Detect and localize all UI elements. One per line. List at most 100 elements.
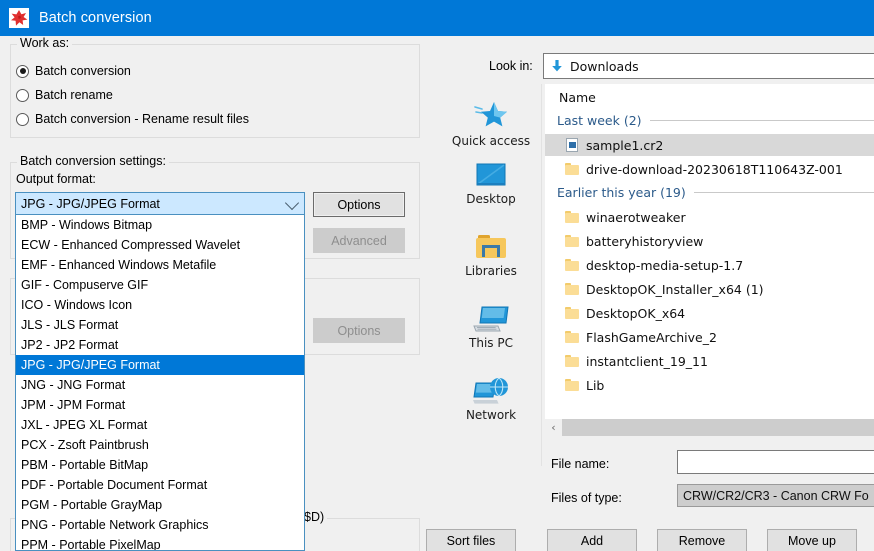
files-of-type-label: Files of type: (551, 491, 622, 505)
file-list-row[interactable]: DesktopOK_x64 (545, 302, 874, 324)
place-label: Libraries (441, 264, 541, 278)
radio-indicator-on[interactable] (16, 65, 29, 78)
xnview-app-icon (9, 8, 29, 28)
remove-button[interactable]: Remove (657, 529, 747, 551)
file-name-input[interactable] (677, 450, 874, 474)
radio-batch-rename[interactable]: Batch rename (16, 88, 113, 102)
dropdown-item[interactable]: JPG - JPG/JPEG Format (16, 355, 304, 375)
dropdown-item[interactable]: BMP - Windows Bitmap (16, 215, 304, 235)
scroll-left-arrow-icon[interactable]: ‹ (545, 419, 562, 436)
group-divider (694, 192, 874, 193)
place-desktop[interactable]: Desktop (441, 150, 541, 206)
radio-batch-conversion[interactable]: Batch conversion (16, 64, 131, 78)
radio-indicator-off[interactable] (16, 113, 29, 126)
place-label: This PC (441, 336, 541, 350)
folder-icon (561, 211, 583, 223)
file-list-row[interactable]: batteryhistoryview (545, 230, 874, 252)
folder-icon (561, 283, 583, 295)
look-in-label: Look in: (489, 59, 533, 73)
add-button[interactable]: Add (547, 529, 637, 551)
radio-label: Batch conversion (35, 64, 131, 78)
format-advanced-button: Advanced (313, 228, 405, 253)
settings-legend: Batch conversion settings: (17, 154, 169, 168)
output-format-dropdown-list[interactable]: BMP - Windows BitmapECW - Enhanced Compr… (15, 214, 305, 551)
radio-label: Batch conversion - Rename result files (35, 112, 249, 126)
file-list-row[interactable]: DesktopOK_Installer_x64 (1) (545, 278, 874, 300)
dropdown-item[interactable]: GIF - Compuserve GIF (16, 275, 304, 295)
dropdown-item[interactable]: PNG - Portable Network Graphics (16, 515, 304, 535)
star-icon (441, 92, 541, 132)
file-list-row[interactable]: FlashGameArchive_2 (545, 326, 874, 348)
group-title: Last week (2) (557, 113, 642, 128)
dropdown-item[interactable]: JPM - JPM Format (16, 395, 304, 415)
dropdown-item[interactable]: PCX - Zsoft Paintbrush (16, 435, 304, 455)
file-list-row[interactable]: winaerotweaker (545, 206, 874, 228)
dropdown-item[interactable]: ICO - Windows Icon (16, 295, 304, 315)
file-name-text: drive-download-20230618T110643Z-001 (586, 162, 843, 177)
file-name-label: File name: (551, 457, 609, 471)
window-title: Batch conversion (39, 10, 152, 26)
dropdown-item[interactable]: ECW - Enhanced Compressed Wavelet (16, 235, 304, 255)
file-list-group-header: Last week (2) (557, 110, 874, 130)
format-advanced-label: Advanced (331, 234, 387, 248)
file-name-text: Lib (586, 378, 604, 393)
desktop-icon (441, 150, 541, 190)
place-quick-access[interactable]: Quick access (441, 92, 541, 148)
sort-files-button[interactable]: Sort files (426, 529, 516, 551)
secondary-options-label: Options (337, 324, 380, 338)
move-up-button[interactable]: Move up (767, 529, 857, 551)
folder-icon (561, 235, 583, 247)
folder-icon (561, 259, 583, 271)
place-libraries[interactable]: Libraries (441, 222, 541, 278)
group-title: Earlier this year (19) (557, 185, 686, 200)
file-name-text: winaerotweaker (586, 210, 686, 225)
file-list-row[interactable]: Lib (545, 374, 874, 396)
radio-indicator-off[interactable] (16, 89, 29, 102)
output-format-combobox[interactable]: JPG - JPG/JPEG Format (15, 192, 305, 215)
file-list-column-header-name[interactable]: Name (545, 84, 874, 110)
window-titlebar: Batch conversion (0, 0, 874, 36)
dropdown-item[interactable]: EMF - Enhanced Windows Metafile (16, 255, 304, 275)
folder-icon (561, 379, 583, 391)
file-name-text: instantclient_19_11 (586, 354, 708, 369)
file-list-horizontal-scrollbar[interactable]: ‹ (545, 419, 874, 436)
dropdown-item[interactable]: PDF - Portable Document Format (16, 475, 304, 495)
computer-icon (441, 294, 541, 334)
file-list-group-header: Earlier this year (19) (557, 182, 874, 202)
radio-batch-conversion-rename-result[interactable]: Batch conversion - Rename result files (16, 112, 249, 126)
work-as-legend: Work as: (17, 36, 72, 50)
files-of-type-combobox[interactable]: CRW/CR2/CR3 - Canon CRW Fo (677, 484, 874, 507)
secondary-options-button: Options (313, 318, 405, 343)
look-in-combobox[interactable]: Downloads (543, 53, 874, 79)
file-list-row[interactable]: drive-download-20230618T110643Z-001 (545, 158, 874, 180)
place-label: Desktop (441, 192, 541, 206)
downloads-arrow-icon (544, 58, 570, 74)
move-up-label: Move up (788, 534, 836, 548)
place-this-pc[interactable]: This PC (441, 294, 541, 350)
file-list-row[interactable]: desktop-media-setup-1.7 (545, 254, 874, 276)
dropdown-item[interactable]: JNG - JNG Format (16, 375, 304, 395)
dropdown-item[interactable]: JLS - JLS Format (16, 315, 304, 335)
place-label: Network (441, 408, 541, 422)
file-list[interactable]: Name Last week (2) sample1.cr2 drive-downl… (545, 84, 874, 419)
file-name-text: DesktopOK_Installer_x64 (1) (586, 282, 764, 297)
chevron-down-icon[interactable] (285, 195, 299, 209)
dropdown-item[interactable]: JP2 - JP2 Format (16, 335, 304, 355)
sort-files-label: Sort files (447, 534, 496, 548)
format-options-label: Options (337, 198, 380, 212)
scrollbar-thumb[interactable] (562, 419, 874, 436)
place-network[interactable]: Network (441, 366, 541, 422)
file-list-row[interactable]: instantclient_19_11 (545, 350, 874, 372)
dropdown-item[interactable]: JXL - JPEG XL Format (16, 415, 304, 435)
file-name-text: FlashGameArchive_2 (586, 330, 717, 345)
dropdown-item[interactable]: PPM - Portable PixelMap (16, 535, 304, 551)
file-list-row[interactable]: sample1.cr2 (545, 134, 874, 156)
dropdown-item[interactable]: PBM - Portable BitMap (16, 455, 304, 475)
dropdown-item[interactable]: PGM - Portable GrayMap (16, 495, 304, 515)
format-options-button[interactable]: Options (313, 192, 405, 217)
places-bar: Quick access Desktop Libr (441, 84, 542, 466)
files-of-type-value: CRW/CR2/CR3 - Canon CRW Fo (683, 489, 869, 503)
file-name-text: sample1.cr2 (586, 138, 663, 153)
network-globe-icon (441, 366, 541, 406)
radio-label: Batch rename (35, 88, 113, 102)
